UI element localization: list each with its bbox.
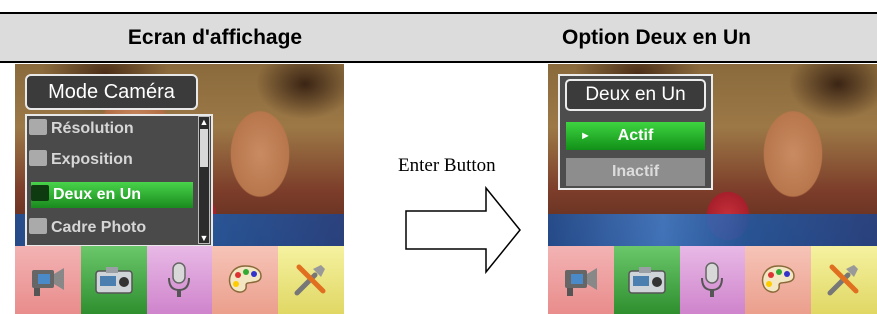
option-actif[interactable]: ► Actif (566, 122, 705, 150)
photo-frame-icon (29, 218, 47, 234)
option-inactif[interactable]: Inactif (566, 158, 705, 186)
camera-screen-option: Deux en Un ► Actif Inactif (548, 64, 877, 314)
menu-item-two-in-one[interactable]: Deux en Un (31, 182, 193, 208)
menu-item-label: Deux en Un (53, 186, 142, 203)
menu-item-photo-frame[interactable]: Cadre Photo (29, 215, 189, 241)
microphone-icon (701, 262, 724, 297)
palette-icon (229, 265, 263, 293)
camera-icon (94, 267, 133, 294)
mode-tile-playback[interactable] (745, 246, 812, 314)
resolution-icon (29, 119, 47, 135)
enter-button-label: Enter Button (398, 155, 496, 176)
video-camera-icon (31, 268, 64, 296)
scroll-thumb[interactable] (200, 129, 208, 167)
tools-icon (827, 264, 859, 296)
menu-item-label: Cadre Photo (51, 219, 147, 236)
option-label: Inactif (611, 163, 660, 180)
camera-screen-display: Mode Caméra Résolution Exposition Deux e… (15, 64, 344, 314)
exposure-icon (29, 150, 47, 166)
mode-tile-settings[interactable] (278, 246, 344, 314)
mode-tile-video[interactable] (548, 246, 614, 314)
mode-bar (548, 246, 877, 314)
mode-tile-audio[interactable] (679, 246, 746, 314)
menu-item-label: Exposition (51, 151, 133, 168)
header-rule-bottom (0, 61, 877, 63)
menu-item-resolution[interactable]: Résolution (29, 116, 189, 142)
mode-tile-camera[interactable] (80, 246, 147, 314)
mode-tile-playback[interactable] (212, 246, 279, 314)
camera-icon (627, 267, 666, 294)
menu-scrollbar[interactable]: ▲ ▼ (198, 116, 210, 244)
preview-photo-detail (548, 214, 877, 246)
tools-icon (294, 264, 326, 296)
two-in-one-icon (31, 185, 49, 201)
scroll-up-icon[interactable]: ▲ (199, 117, 209, 127)
video-camera-icon (564, 268, 597, 296)
mode-tile-settings[interactable] (811, 246, 877, 314)
mode-bar (15, 246, 344, 314)
selection-arrow-icon: ► (580, 130, 591, 142)
mode-tile-audio[interactable] (146, 246, 213, 314)
scroll-down-icon[interactable]: ▼ (199, 233, 209, 243)
menu-item-label: Résolution (51, 120, 134, 137)
two-in-one-dialog: Deux en Un ► Actif Inactif (558, 74, 713, 190)
header-title-left: Ecran d'affichage (127, 26, 303, 49)
mode-tile-camera[interactable] (613, 246, 680, 314)
menu-item-exposure[interactable]: Exposition (29, 147, 189, 173)
header-title-right: Option Deux en Un (562, 26, 751, 49)
menu-title: Mode Caméra (25, 74, 198, 110)
right-arrow-icon (405, 185, 521, 275)
microphone-icon (168, 262, 191, 297)
palette-icon (762, 265, 796, 293)
mode-tile-video[interactable] (15, 246, 81, 314)
option-label: Actif (617, 127, 654, 144)
dialog-title: Deux en Un (565, 79, 706, 111)
